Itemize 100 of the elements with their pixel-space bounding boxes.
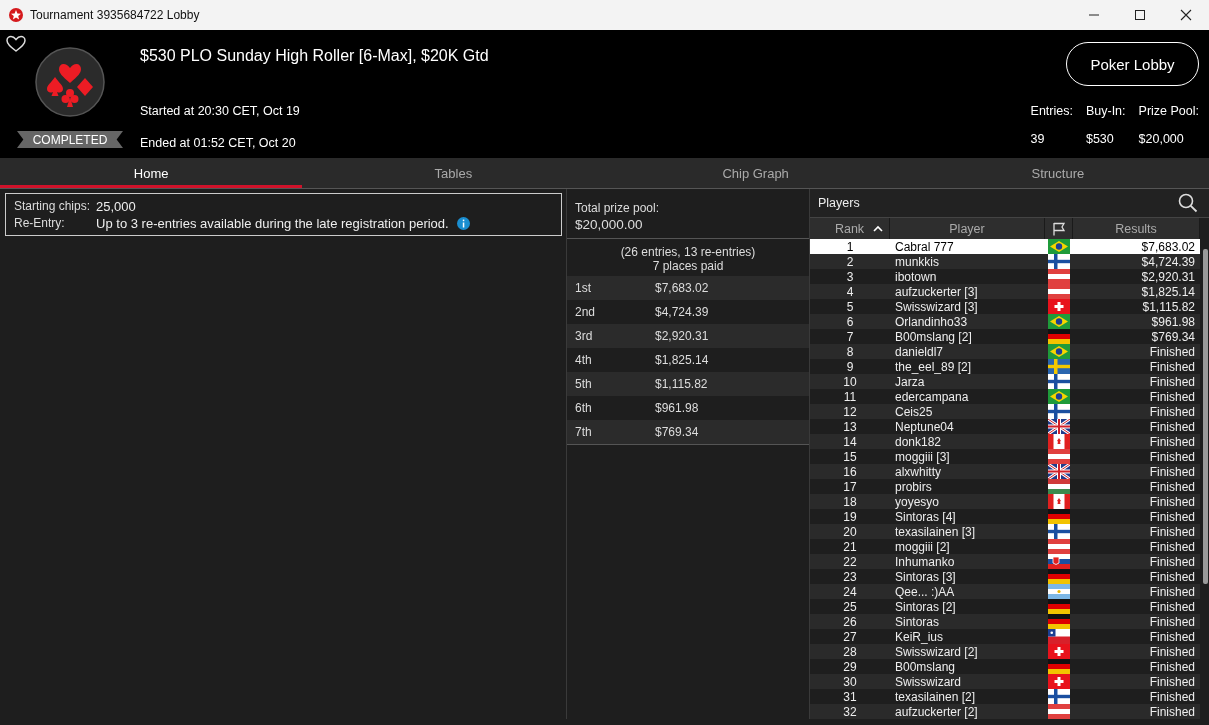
result-cell-text: Finished — [1148, 584, 1196, 599]
player-row[interactable]: 10 Jarza Finished — [810, 374, 1200, 389]
tab[interactable]: Structure — [906, 158, 1209, 188]
result-cell-text: $1,115.82 — [1141, 299, 1196, 314]
player-row[interactable]: 22 Inhumanko Finished — [810, 554, 1200, 569]
rank-cell-text: 30 — [842, 674, 858, 689]
column-header[interactable]: Results — [1073, 218, 1200, 239]
player-name: alxwhitty — [894, 464, 942, 479]
rank-cell-text: 24 — [842, 584, 858, 599]
column-header[interactable]: Player — [890, 218, 1045, 239]
result-cell-text: Finished — [1148, 359, 1196, 374]
info-icon[interactable] — [456, 217, 470, 230]
stat-value: $20,000 — [1138, 132, 1185, 146]
player-name: texasilainen [3] — [894, 524, 977, 539]
rank-cell-text: 27 — [842, 629, 858, 644]
player-name: Swisswizard [3] — [894, 299, 979, 314]
rank-cell-text: 28 — [842, 644, 858, 659]
payout-amount: $1,115.82 — [655, 377, 708, 391]
rank-cell-text: 3 — [845, 269, 855, 284]
poker-lobby-button[interactable]: Poker Lobby — [1066, 42, 1199, 86]
search-icon[interactable] — [1178, 193, 1198, 213]
tab[interactable]: Tables — [302, 158, 605, 188]
result-cell-text: Finished — [1148, 419, 1196, 434]
rank-cell-text: 4 — [845, 284, 855, 299]
result-cell-text: Finished — [1148, 704, 1196, 719]
player-row[interactable]: 24 Qee... :)AA Finished — [810, 584, 1200, 599]
result-cell-text: Finished — [1148, 539, 1196, 554]
result-cell-text: $961.98 — [1150, 314, 1196, 329]
player-row[interactable]: 16 alxwhitty Finished — [810, 464, 1200, 479]
player-name: texasilainen [2] — [894, 689, 977, 704]
player-row[interactable]: 14 donk182 Finished — [810, 434, 1200, 449]
rank-cell-text: 25 — [842, 599, 858, 614]
player-row[interactable]: 1 Cabral 777 $7,683.02 — [810, 239, 1200, 254]
tab[interactable]: Chip Graph — [604, 158, 907, 188]
player-row[interactable]: 32 aufzuckerter [2] Finished — [810, 704, 1200, 719]
end-time: Ended at 01:52 CET, Oct 20 — [140, 136, 297, 150]
stat-label: Buy-In: — [1085, 104, 1126, 118]
result-cell-text: Finished — [1148, 569, 1196, 584]
result-cell-text: Finished — [1148, 449, 1196, 464]
result-cell-text: Finished — [1148, 389, 1196, 404]
rank-cell-text: 29 — [842, 659, 858, 674]
player-row[interactable]: 20 texasilainen [3] Finished — [810, 524, 1200, 539]
result-cell-text: $2,920.31 — [1140, 269, 1196, 284]
payout-amount: $2,920.31 — [655, 329, 709, 343]
result-cell-text: Finished — [1148, 509, 1196, 524]
result-cell-text: Finished — [1148, 494, 1196, 509]
entries-note: (26 entries, 13 re-entries) — [619, 245, 757, 259]
payout-place: 1st — [575, 281, 592, 295]
payout-place: 5th — [575, 377, 593, 391]
stat-label: Entries: — [1030, 104, 1073, 118]
info-label: Starting chips: — [14, 199, 91, 214]
player-name: B00mslang [2] — [894, 329, 973, 344]
player-name: Sintoras — [894, 614, 941, 629]
start-time: Started at 20:30 CET, Oct 19 — [140, 104, 301, 118]
player-row[interactable]: 12 Ceis25 Finished — [810, 404, 1200, 419]
payout-amount: $1,825.14 — [655, 353, 709, 367]
rank-cell-text: 8 — [845, 344, 855, 359]
rank-cell-text: 21 — [842, 539, 858, 554]
player-row[interactable]: 28 Swisswizard [2] Finished — [810, 644, 1200, 659]
result-cell-text: Finished — [1148, 614, 1196, 629]
rank-cell-text: 17 — [842, 479, 858, 494]
flag-column-icon[interactable] — [1051, 221, 1066, 236]
payout-place: 6th — [575, 401, 593, 415]
player-row[interactable]: 6 Orlandinho33 $961.98 — [810, 314, 1200, 329]
rank-cell-text: 16 — [842, 464, 858, 479]
player-name: moggiii [3] — [894, 449, 951, 464]
prize-pool-amount: $20,000.00 — [575, 217, 644, 232]
payout-place: 3rd — [575, 329, 594, 343]
player-row[interactable]: 2 munkkis $4,724.39 — [810, 254, 1200, 269]
tournament-name: $530 PLO Sunday High Roller [6-Max], $20K Gtd — [140, 46, 490, 66]
player-name: moggiii [2] — [894, 539, 951, 554]
result-cell-text: Finished — [1148, 644, 1196, 659]
maximize-icon[interactable] — [1134, 9, 1146, 21]
rank-cell-text: 22 — [842, 554, 858, 569]
player-name: munkkis — [894, 254, 940, 269]
player-row[interactable]: 4 aufzuckerter [3] $1,825.14 — [810, 284, 1200, 299]
player-name: B00mslang — [894, 659, 957, 674]
rank-cell-text: 7 — [845, 329, 855, 344]
player-name: danieldl7 — [894, 344, 945, 359]
rank-cell-text: 13 — [842, 419, 858, 434]
close-icon[interactable] — [1180, 9, 1192, 21]
result-cell-text: Finished — [1148, 404, 1196, 419]
result-cell-text: Finished — [1148, 599, 1196, 614]
player-name: donk182 — [894, 434, 943, 449]
favorite-heart-icon[interactable] — [6, 35, 26, 53]
info-value: Up to 3 re-entries available during the late registration period. — [96, 216, 449, 231]
player-row[interactable]: 30 Swisswizard Finished — [810, 674, 1200, 689]
rank-cell-text: 1 — [845, 239, 855, 254]
payout-amount: $4,724.39 — [655, 305, 709, 319]
result-cell-text: $769.34 — [1150, 329, 1196, 344]
rank-cell-text: 15 — [842, 449, 858, 464]
result-cell-text: $4,724.39 — [1140, 254, 1196, 269]
player-name: Sintoras [3] — [894, 569, 957, 584]
player-row[interactable]: 8 danieldl7 Finished — [810, 344, 1200, 359]
player-row[interactable]: 18 yoyesyo Finished — [810, 494, 1200, 509]
player-row[interactable]: 26 Sintoras Finished — [810, 614, 1200, 629]
app-logo-icon — [8, 7, 24, 23]
sort-caret-icon — [873, 225, 883, 232]
result-cell-text: Finished — [1148, 524, 1196, 539]
scrollbar-thumb[interactable] — [1203, 249, 1208, 584]
